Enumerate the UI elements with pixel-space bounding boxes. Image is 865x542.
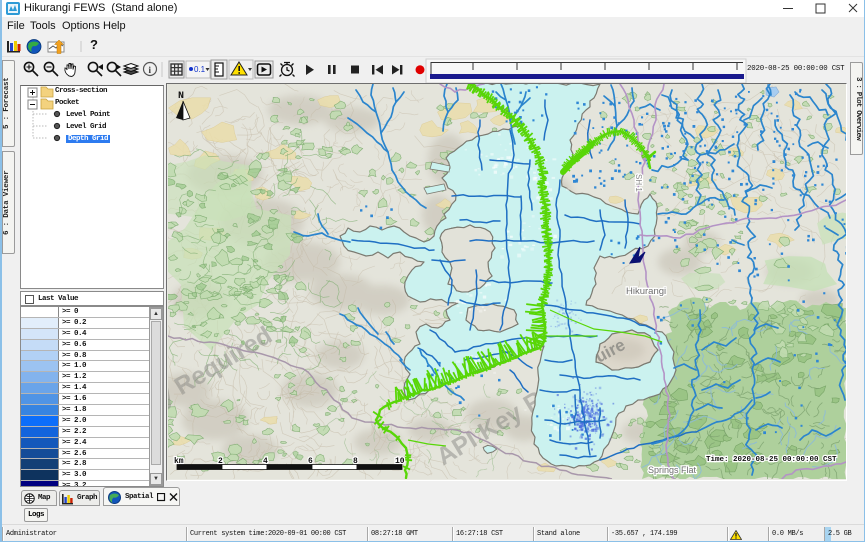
svg-text:N: N <box>178 91 184 102</box>
svg-text:Springs Flat: Springs Flat <box>648 465 697 475</box>
svg-text:SH 1: SH 1 <box>634 174 643 192</box>
svg-text:Time: 2020-08-25 00:00:00 CST: Time: 2020-08-25 00:00:00 CST <box>706 456 837 464</box>
svg-text:0.1: 0.1 <box>194 65 206 74</box>
svg-text:Hikurangi: Hikurangi <box>626 286 666 297</box>
svg-text:i: i <box>149 65 152 75</box>
